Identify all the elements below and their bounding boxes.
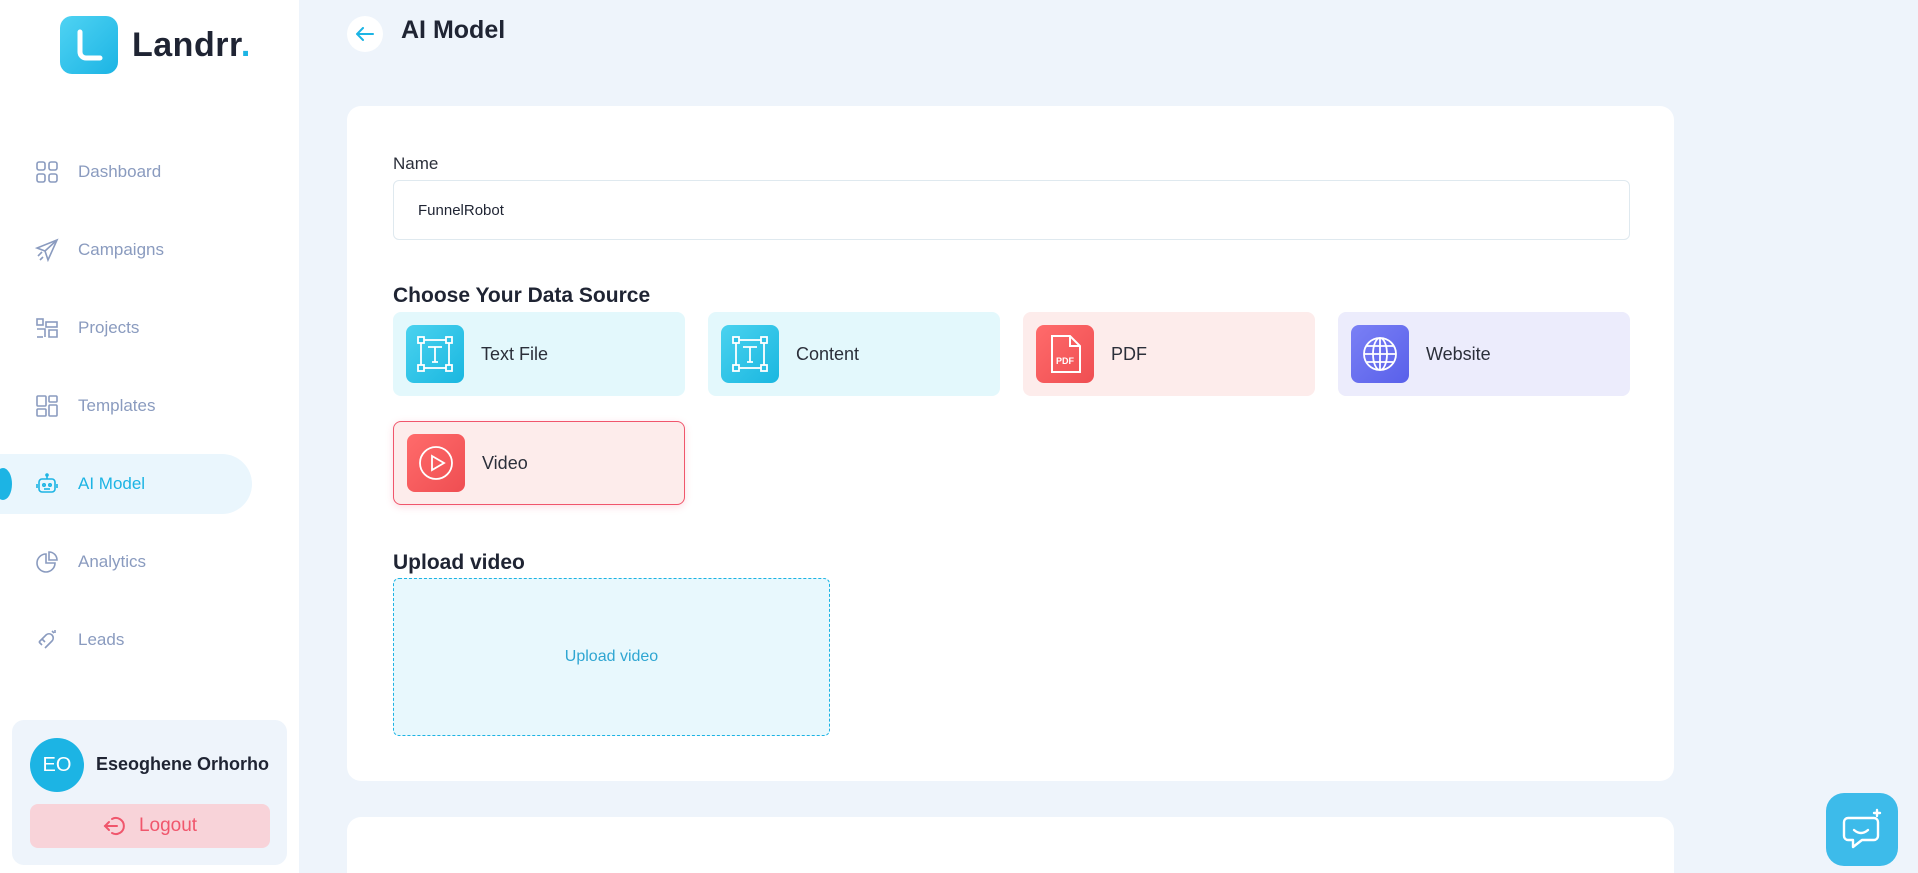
robot-icon bbox=[34, 471, 60, 497]
source-text-file[interactable]: Text File bbox=[393, 312, 685, 396]
pie-chart-icon bbox=[34, 549, 60, 575]
projects-icon bbox=[34, 315, 60, 341]
avatar: EO bbox=[30, 738, 84, 792]
sidebar-nav: Dashboard Campaigns Projects Templates A… bbox=[0, 142, 299, 688]
source-label: PDF bbox=[1111, 343, 1147, 364]
globe-icon bbox=[1351, 325, 1409, 383]
logo-icon bbox=[60, 16, 118, 74]
logo[interactable]: Landrr. bbox=[60, 16, 251, 74]
back-button[interactable] bbox=[347, 16, 383, 52]
play-icon bbox=[407, 434, 465, 492]
ai-model-form-card: Name Choose Your Data Source Text File C… bbox=[347, 106, 1674, 781]
logout-label: Logout bbox=[138, 815, 198, 836]
sidebar-item-ai-model[interactable]: AI Model bbox=[0, 454, 252, 514]
sidebar-item-label: AI Model bbox=[78, 474, 146, 493]
upload-video-label: Upload video bbox=[564, 648, 659, 665]
magnet-icon bbox=[34, 627, 60, 653]
brand-name: Landrr. bbox=[132, 25, 251, 64]
source-label: Content bbox=[796, 343, 860, 364]
name-label: Name bbox=[393, 154, 439, 173]
arrow-left-icon bbox=[356, 27, 374, 41]
source-content[interactable]: Content bbox=[708, 312, 1000, 396]
source-website[interactable]: Website bbox=[1338, 312, 1630, 396]
sidebar-item-label: Leads bbox=[78, 630, 125, 649]
secondary-card bbox=[347, 817, 1674, 873]
name-input[interactable] bbox=[393, 180, 1630, 240]
upload-title: Upload video bbox=[393, 551, 525, 574]
user-name: Eseoghene Orhorho bbox=[96, 754, 270, 774]
sidebar-item-leads[interactable]: Leads bbox=[0, 610, 299, 670]
sidebar-item-label: Campaigns bbox=[78, 240, 164, 259]
sidebar: Landrr. Dashboard Campaigns Projects Tem… bbox=[0, 0, 299, 873]
data-source-title: Choose Your Data Source bbox=[393, 284, 651, 307]
source-label: Website bbox=[1426, 343, 1491, 364]
text-file-icon bbox=[406, 325, 464, 383]
sidebar-item-dashboard[interactable]: Dashboard bbox=[0, 142, 299, 202]
sidebar-item-campaigns[interactable]: Campaigns bbox=[0, 220, 299, 280]
pdf-icon: PDF bbox=[1036, 325, 1094, 383]
upload-video-dropzone[interactable]: Upload video bbox=[393, 578, 830, 736]
sidebar-item-label: Templates bbox=[78, 396, 156, 415]
grid-icon bbox=[34, 159, 60, 185]
svg-text:PDF: PDF bbox=[1056, 356, 1075, 366]
sidebar-item-projects[interactable]: Projects bbox=[0, 298, 299, 358]
chat-icon bbox=[1842, 808, 1882, 848]
user-card: EO Eseoghene Orhorho Logout bbox=[12, 720, 287, 865]
layout-icon bbox=[34, 393, 60, 419]
chat-support-button[interactable] bbox=[1826, 793, 1898, 866]
logout-icon bbox=[103, 815, 127, 837]
source-video[interactable]: Video bbox=[393, 421, 685, 505]
content-icon bbox=[721, 325, 779, 383]
sidebar-item-templates[interactable]: Templates bbox=[0, 376, 299, 436]
logout-button[interactable]: Logout bbox=[30, 804, 270, 848]
sidebar-item-analytics[interactable]: Analytics bbox=[0, 532, 299, 592]
source-label: Text File bbox=[481, 343, 549, 364]
sidebar-item-label: Analytics bbox=[78, 552, 147, 571]
sidebar-item-label: Projects bbox=[78, 318, 140, 337]
source-label: Video bbox=[482, 452, 528, 473]
source-pdf[interactable]: PDF PDF bbox=[1023, 312, 1315, 396]
paper-plane-icon bbox=[34, 237, 60, 263]
sidebar-item-label: Dashboard bbox=[78, 162, 162, 181]
page-title: AI Model bbox=[401, 16, 506, 44]
